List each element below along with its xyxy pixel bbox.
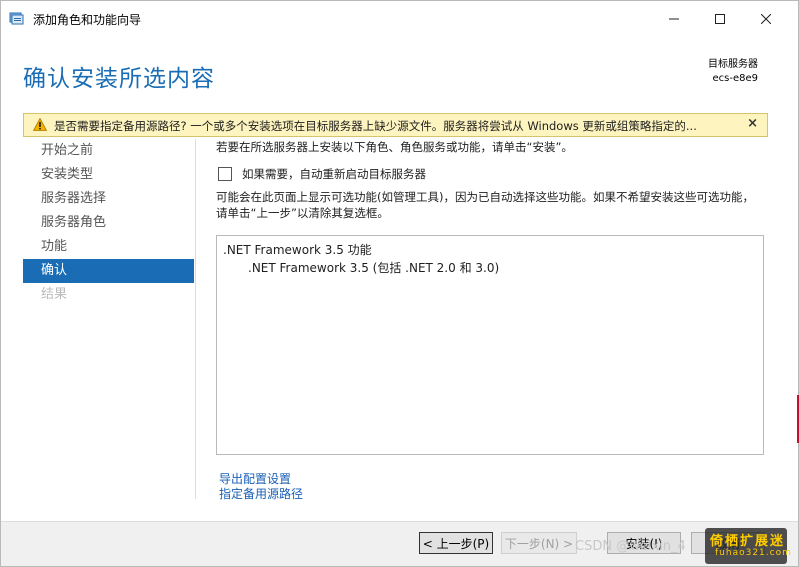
next-button: 下一步(N) > — [501, 532, 577, 554]
alternate-source-link[interactable]: 指定备用源路径 — [219, 485, 303, 502]
minimize-icon — [669, 18, 679, 20]
warning-close-button[interactable]: × — [747, 116, 758, 131]
nav-item-results: 结果 — [41, 287, 68, 302]
wizard-window: 添加角色和功能向导 确认安装所选内容 目标服务器 ecs-e8e9 是否需要指定… — [0, 0, 799, 567]
logo-text-bottom: fuhao321.com — [715, 548, 792, 558]
minimize-button[interactable] — [651, 1, 697, 37]
nav-item-confirmation[interactable]: 确认 — [23, 259, 194, 283]
selection-listbox[interactable]: .NET Framework 3.5 功能 .NET Framework 3.5… — [216, 235, 764, 455]
optional-features-note: 可能会在此页面上显示可选功能(如管理工具)，因为已自动选择这些功能。如果不希望安… — [216, 190, 754, 220]
nav-item-server-selection[interactable]: 服务器选择 — [23, 187, 194, 211]
close-button[interactable] — [743, 1, 789, 37]
list-item: .NET Framework 3.5 功能 — [223, 243, 372, 257]
wizard-nav: 开始之前 安装类型 服务器选择 服务器角色 功能 确认 结果 — [23, 139, 194, 307]
list-item: .NET Framework 3.5 (包括 .NET 2.0 和 3.0) — [248, 261, 500, 275]
nav-item-before-you-begin[interactable]: 开始之前 — [23, 139, 194, 163]
restart-option[interactable]: 如果需要，自动重新启动目标服务器 — [218, 166, 426, 182]
nav-item-installation-type[interactable]: 安装类型 — [23, 163, 194, 187]
warning-text: 是否需要指定备用源路径? 一个或多个安装选项在目标服务器上缺少源文件。服务器将尝… — [54, 119, 697, 133]
server-manager-icon — [9, 11, 25, 25]
nav-divider — [195, 139, 196, 499]
site-logo-watermark: 倚栖扩展迷 fuhao321.com — [705, 528, 791, 564]
previous-button[interactable]: < 上一步(P) — [419, 532, 493, 554]
restart-checkbox[interactable] — [218, 167, 232, 181]
target-server-label: 目标服务器 — [708, 59, 758, 70]
csdn-watermark: CSDN @weixin_4 — [575, 539, 686, 554]
window-title: 添加角色和功能向导 — [33, 13, 142, 27]
page-title: 确认安装所选内容 — [23, 66, 215, 92]
target-server: 目标服务器 ecs-e8e9 — [708, 58, 758, 86]
target-server-name: ecs-e8e9 — [712, 73, 759, 84]
intro-text: 若要在所选服务器上安装以下角色、角色服务或功能，请单击“安装”。 — [216, 140, 573, 154]
nav-item-server-roles[interactable]: 服务器角色 — [23, 211, 194, 235]
restart-checkbox-label[interactable]: 如果需要，自动重新启动目标服务器 — [242, 166, 426, 182]
title-bar[interactable]: 添加角色和功能向导 — [1, 1, 798, 37]
logo-text-top: 倚栖扩展迷 — [710, 534, 786, 549]
warning-banner[interactable]: 是否需要指定备用源路径? 一个或多个安装选项在目标服务器上缺少源文件。服务器将尝… — [23, 113, 768, 137]
maximize-icon — [715, 14, 725, 24]
close-icon — [761, 14, 771, 24]
wizard-header: 确认安装所选内容 目标服务器 ecs-e8e9 — [1, 37, 798, 111]
warning-icon — [32, 117, 48, 131]
nav-item-features[interactable]: 功能 — [23, 235, 194, 259]
maximize-button[interactable] — [697, 1, 743, 37]
